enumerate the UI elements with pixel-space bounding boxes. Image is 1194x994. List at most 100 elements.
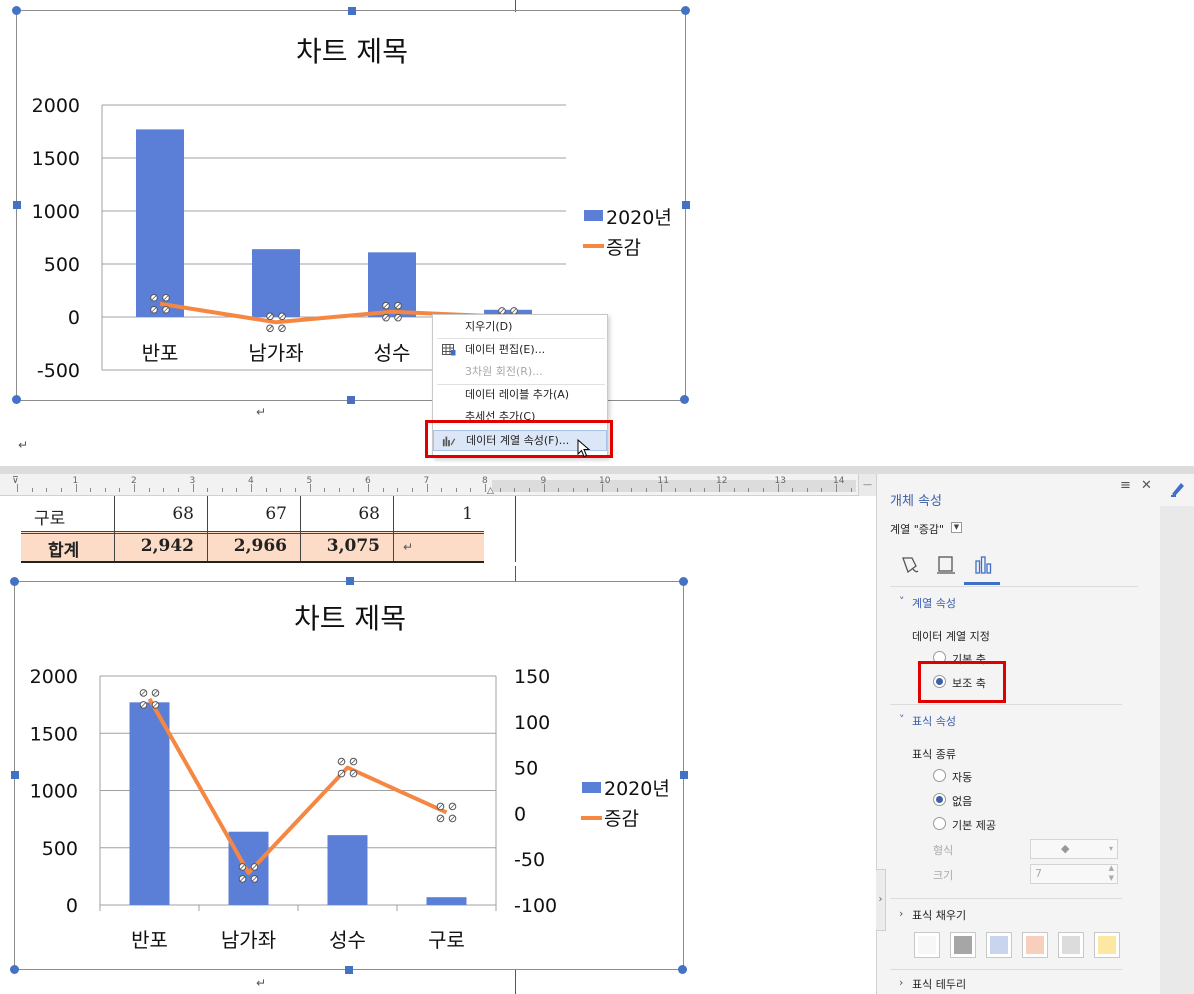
chart-title[interactable]: 차트 제목 xyxy=(294,602,406,635)
y2-tick-label: -50 xyxy=(514,849,545,871)
series-select-label[interactable]: 계열 "증감" xyxy=(890,521,944,537)
ruler-number: 6 xyxy=(365,476,371,486)
section-series-toggle[interactable]: ˅ xyxy=(899,595,905,608)
ruler-number: 1 xyxy=(72,476,79,486)
fill-color-swatch[interactable] xyxy=(950,932,976,958)
ruler-tick xyxy=(236,488,238,492)
section-divider xyxy=(890,969,1122,970)
table-cell[interactable]: 68 xyxy=(300,504,380,524)
size-value: 7 xyxy=(1035,867,1042,880)
line-tab-icon[interactable] xyxy=(935,554,957,576)
radio-label: 없음 xyxy=(952,795,973,808)
menu-item-3d-rotate: 3차원 회전(R)... xyxy=(465,365,543,378)
fill-color-swatch[interactable] xyxy=(914,932,940,958)
section-marker-title[interactable]: 표식 속성 xyxy=(912,713,956,729)
bar[interactable] xyxy=(228,831,269,905)
x-tick-label: 반포 xyxy=(142,341,179,365)
horizontal-ruler[interactable]: 1 2 3 4 5 6 7 8 9 10 11 12 13 14 ⊽ △ xyxy=(0,474,858,496)
y-tick-label: 500 xyxy=(42,838,78,860)
series-line[interactable] xyxy=(147,697,448,875)
table-cell[interactable]: 3,075 xyxy=(300,536,380,556)
y2-tick-label: 0 xyxy=(514,803,526,825)
bar[interactable] xyxy=(252,249,300,317)
fill-color-swatch[interactable] xyxy=(986,932,1012,958)
ruler-margin-shade xyxy=(492,480,856,492)
ruler-tick xyxy=(60,488,62,492)
section-series-title[interactable]: 계열 속성 xyxy=(912,595,956,611)
ruler-number: 9 xyxy=(540,476,547,486)
menu-item-add-data-labels[interactable]: 데이터 레이블 추가(A) xyxy=(433,385,607,405)
fill-brush-tab-icon[interactable] xyxy=(899,554,921,576)
section-fill-title[interactable]: 표식 채우기 xyxy=(912,907,966,923)
table-cell-label[interactable]: 구로 xyxy=(34,504,65,529)
ruler-scroll-button[interactable]: — xyxy=(858,474,876,496)
section-border-title[interactable]: 표식 테두리 xyxy=(912,976,966,992)
ruler-number: 5 xyxy=(306,476,313,486)
ruler-number: 4 xyxy=(248,476,254,486)
panel-menu-icon[interactable]: ≡ xyxy=(1120,478,1131,493)
menu-item-delete[interactable]: 지우기(D) xyxy=(433,317,607,337)
table-cell[interactable]: 2,966 xyxy=(207,536,287,556)
indent-marker-right[interactable]: △ xyxy=(487,486,494,496)
shape-label: 형식 xyxy=(933,844,954,857)
menu-separator xyxy=(437,338,605,339)
radio-marker-auto[interactable] xyxy=(933,769,946,782)
table-cell[interactable]: 68 xyxy=(114,504,194,524)
radio-marker-builtin[interactable] xyxy=(933,817,946,830)
fill-color-swatch[interactable] xyxy=(1022,932,1048,958)
series-chart-tab-icon[interactable] xyxy=(972,554,994,576)
ruler-tick xyxy=(90,488,92,492)
ruler-tick xyxy=(353,488,355,492)
ruler-tick xyxy=(382,488,384,492)
ruler-number: 11 xyxy=(657,476,669,486)
ruler-tick xyxy=(411,488,413,492)
series-assign-label: 데이터 계열 지정 xyxy=(912,630,990,643)
y-tick-label: -500 xyxy=(37,360,80,382)
series-selection-marker[interactable] xyxy=(436,802,457,823)
ruler-number: 3 xyxy=(189,476,196,486)
bar[interactable] xyxy=(136,129,184,317)
radio-marker-none[interactable] xyxy=(933,793,946,806)
table-cell[interactable]: 1 xyxy=(393,504,473,524)
bar[interactable] xyxy=(129,702,170,905)
panel-collapse-handle[interactable]: › xyxy=(876,869,886,931)
section-marker-toggle[interactable]: ˅ xyxy=(899,713,905,726)
swatch-color xyxy=(1062,936,1080,954)
bar[interactable] xyxy=(426,897,467,905)
x-tick-label: 남가좌 xyxy=(221,928,276,952)
bottom-chart[interactable]: 차트 제목 2000 1500 1000 500 0 150 100 50 0 -50 -100 반포… xyxy=(0,566,858,994)
mouse-cursor-icon xyxy=(577,439,591,458)
legend-swatch xyxy=(582,782,601,793)
ruler-tick xyxy=(148,488,150,492)
y-tick-label: 1000 xyxy=(30,781,78,803)
ruler-tick xyxy=(46,488,48,492)
table-border xyxy=(21,531,484,532)
ruler-number: 12 xyxy=(716,476,728,486)
ruler-tick xyxy=(221,488,223,492)
series-dropdown-button[interactable]: ▼ xyxy=(951,522,962,533)
fill-color-swatch[interactable] xyxy=(1058,932,1084,958)
ruler-number: 7 xyxy=(423,476,430,486)
table-cell[interactable]: 2,942 xyxy=(114,536,194,556)
ruler-tick xyxy=(31,488,33,492)
ruler-tick xyxy=(631,488,633,492)
x-tick-label: 성수 xyxy=(329,928,366,952)
paragraph-mark: ↵ xyxy=(256,405,267,419)
menu-item-edit-data[interactable]: 데이터 편집(E)... xyxy=(433,340,607,360)
fill-color-swatch[interactable] xyxy=(1094,932,1120,958)
section-fill-toggle[interactable]: › xyxy=(899,907,903,920)
chart-title[interactable]: 차트 제목 xyxy=(296,35,408,68)
bar[interactable] xyxy=(368,252,416,317)
section-border-toggle[interactable]: › xyxy=(899,976,903,989)
indent-marker-left[interactable]: ⊽ xyxy=(12,476,19,486)
close-icon[interactable]: ✕ xyxy=(1141,478,1152,493)
table-cell[interactable]: 67 xyxy=(207,504,287,524)
bottom-chart-plot[interactable]: 차트 제목 2000150010005000150100500-50-100반포… xyxy=(0,566,700,994)
table-cell-label[interactable]: 합계 xyxy=(48,536,79,561)
tab-divider xyxy=(890,586,1138,587)
ruler-tick xyxy=(689,488,691,492)
bar[interactable] xyxy=(327,835,368,905)
ruler-number: 8 xyxy=(482,476,488,486)
x-tick-label: 남가좌 xyxy=(248,341,303,365)
panel-pen-icon[interactable] xyxy=(1169,480,1187,498)
